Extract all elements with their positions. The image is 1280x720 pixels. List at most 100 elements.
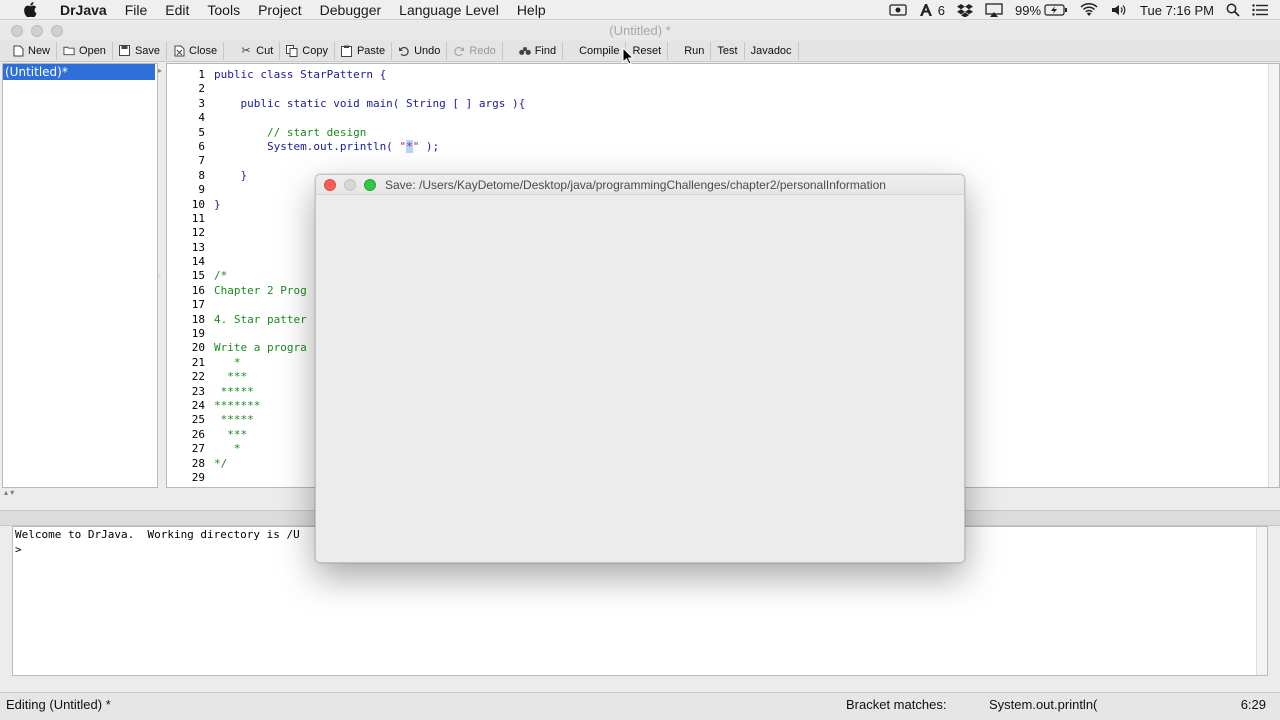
mouse-pointer-icon: [622, 46, 635, 65]
line-number: 25: [191, 413, 205, 427]
menu-bar: DrJava File Edit Tools Project Debugger …: [0, 0, 1280, 20]
find-button-label: Find: [534, 44, 557, 57]
open-button[interactable]: Open: [57, 41, 113, 60]
pane-divider-handle[interactable]: ◦: [158, 272, 164, 282]
line-number: 12: [191, 226, 205, 240]
document-list-pane: (Untitled)*: [2, 63, 158, 488]
menu-file[interactable]: File: [116, 0, 157, 20]
clock[interactable]: Tue 7:16 PM: [1140, 0, 1214, 20]
wifi-icon[interactable]: [1080, 0, 1098, 20]
code-line: // start design: [214, 126, 1267, 140]
dropbox-icon[interactable]: [957, 0, 974, 20]
dialog-close-button[interactable]: [324, 179, 336, 191]
cut-button[interactable]: ✂ Cut: [234, 41, 281, 60]
save-button[interactable]: Save: [113, 41, 168, 60]
code-comment: *******: [214, 398, 261, 412]
cursor-position: 6:29: [1240, 697, 1266, 712]
split-arrows-icon[interactable]: ▴ ▾: [4, 488, 14, 497]
redo-button-label: Redo: [469, 44, 496, 57]
code-comment: *: [214, 355, 241, 369]
code-comment: *****: [214, 413, 254, 427]
line-number: 4: [198, 111, 205, 125]
paste-button[interactable]: Paste: [335, 41, 393, 60]
dialog-window-controls: [324, 179, 376, 191]
line-number: 8: [198, 168, 205, 182]
spotlight-search-icon[interactable]: [1226, 0, 1240, 20]
interactions-scrollbar[interactable]: [1256, 527, 1267, 675]
line-number: 19: [191, 327, 205, 341]
compile-button[interactable]: Compile: [573, 41, 627, 60]
close-button-label: Close: [189, 44, 218, 57]
line-number: 7: [198, 154, 205, 168]
binoculars-icon: [518, 45, 531, 57]
undo-icon: [398, 45, 410, 57]
line-number: 22: [191, 370, 205, 384]
bracket-matches-value: System.out.println(: [989, 697, 1098, 712]
airplay-icon[interactable]: [985, 0, 1003, 20]
redo-button[interactable]: Redo: [447, 41, 503, 60]
editing-status: Editing (Untitled) *: [6, 697, 111, 712]
line-number: 17: [191, 298, 205, 312]
menu-app-drjava[interactable]: DrJava: [54, 0, 116, 20]
close-button[interactable]: Close: [167, 41, 225, 60]
volume-icon[interactable]: [1110, 0, 1128, 20]
expand-arrow-icon[interactable]: ▸: [158, 66, 166, 76]
paste-button-label: Paste: [356, 44, 386, 57]
code-line: public class StarPattern {: [214, 68, 387, 81]
document-item-untitled[interactable]: (Untitled)*: [3, 64, 155, 80]
run-button[interactable]: Run: [678, 41, 712, 60]
clipboard-icon: [341, 45, 353, 57]
copy-button[interactable]: Copy: [280, 41, 335, 60]
line-number: 2: [198, 82, 205, 96]
code-comment: ***: [214, 370, 248, 384]
new-button[interactable]: New: [6, 41, 58, 60]
dialog-zoom-button[interactable]: [364, 179, 376, 191]
code-comment: *: [214, 442, 241, 456]
line-number: 26: [191, 427, 205, 441]
menu-project[interactable]: Project: [249, 0, 311, 20]
line-number: 29: [191, 470, 205, 484]
menu-edit[interactable]: Edit: [156, 0, 198, 20]
adobe-icon: [919, 4, 932, 16]
line-number: 14: [191, 255, 205, 269]
window-titlebar[interactable]: (Untitled) *: [0, 21, 1280, 40]
undo-button-label: Undo: [414, 44, 441, 57]
apple-menu-icon[interactable]: [20, 0, 40, 20]
screen-record-icon[interactable]: [889, 0, 907, 20]
status-bar: Editing (Untitled) * Bracket matches: Sy…: [0, 692, 1280, 720]
find-button[interactable]: Find: [513, 41, 564, 60]
scissors-icon: ✂: [241, 45, 251, 57]
undo-button[interactable]: Undo: [392, 41, 448, 60]
save-dialog-titlebar[interactable]: Save: /Users/KayDetome/Desktop/java/prog…: [316, 175, 964, 195]
test-button[interactable]: Test: [711, 41, 745, 60]
code-line: public static void main( String [ ] args…: [214, 96, 526, 110]
notification-count: 6: [937, 2, 946, 18]
menu-debugger[interactable]: Debugger: [311, 0, 391, 20]
editor-scrollbar[interactable]: [1268, 64, 1279, 487]
notification-center-icon[interactable]: [1252, 0, 1268, 20]
copy-button-label: Copy: [302, 44, 328, 57]
line-number: 16: [191, 283, 205, 297]
menu-tools[interactable]: Tools: [198, 0, 249, 20]
line-number: 27: [191, 442, 205, 456]
code-comment: *****: [214, 384, 254, 398]
open-button-label: Open: [79, 44, 106, 57]
menu-language-level[interactable]: Language Level: [390, 0, 508, 20]
save-button-label: Save: [134, 44, 161, 57]
dialog-minimize-button[interactable]: [344, 179, 356, 191]
window-title: (Untitled) *: [609, 23, 671, 38]
line-number: 28: [191, 456, 205, 470]
code-comment: ***: [214, 427, 248, 441]
open-folder-icon: [63, 45, 75, 57]
bracket-matches-label: Bracket matches:: [846, 697, 947, 712]
adobe-notifications[interactable]: 6: [919, 0, 945, 20]
code-comment: Chapter 2 Prog: [214, 283, 307, 297]
javadoc-button[interactable]: Javadoc: [745, 41, 799, 60]
battery-status[interactable]: 99%: [1015, 0, 1068, 20]
battery-icon: [1044, 4, 1068, 16]
save-dialog[interactable]: Save: /Users/KayDetome/Desktop/java/prog…: [315, 174, 965, 563]
menu-help[interactable]: Help: [508, 0, 555, 20]
